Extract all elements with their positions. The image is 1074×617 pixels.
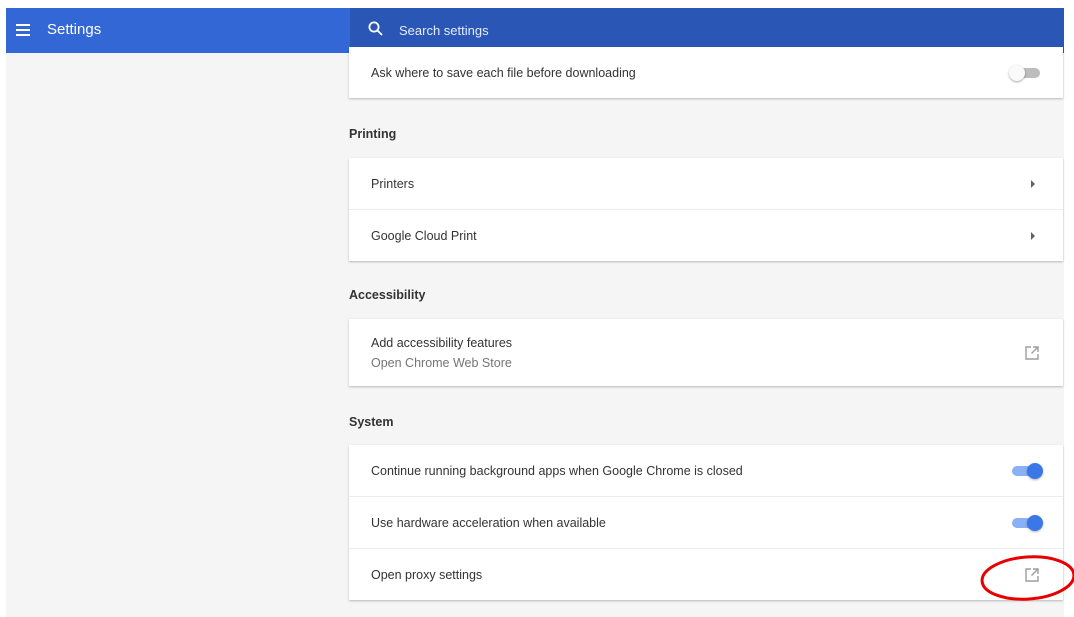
accessibility-card: Add accessibility features Open Chrome W… bbox=[349, 319, 1063, 386]
add-accessibility-features-label: Add accessibility features bbox=[371, 336, 513, 350]
open-external-icon[interactable] bbox=[1023, 566, 1041, 584]
printers-label: Printers bbox=[371, 176, 415, 191]
hamburger-menu-icon[interactable] bbox=[15, 21, 33, 39]
page-title: Settings bbox=[47, 21, 102, 38]
open-chrome-web-store-label: Open Chrome Web Store bbox=[371, 356, 512, 370]
open-proxy-settings-label: Open proxy settings bbox=[371, 567, 483, 582]
arrow-right-icon bbox=[1031, 231, 1035, 240]
background-apps-toggle[interactable] bbox=[1009, 462, 1043, 480]
printing-card: Printers Google Cloud Print bbox=[349, 158, 1063, 261]
open-external-icon[interactable] bbox=[1023, 344, 1041, 362]
system-section-title: System bbox=[349, 415, 394, 429]
accessibility-section-title: Accessibility bbox=[349, 288, 426, 302]
hardware-acceleration-row[interactable]: Use hardware acceleration when available bbox=[349, 496, 1063, 548]
google-cloud-print-label: Google Cloud Print bbox=[371, 228, 477, 243]
hardware-acceleration-label: Use hardware acceleration when available bbox=[371, 515, 606, 530]
background-apps-row[interactable]: Continue running background apps when Go… bbox=[349, 445, 1063, 496]
search-input[interactable] bbox=[397, 16, 1001, 44]
arrow-right-icon bbox=[1031, 179, 1035, 188]
hardware-acceleration-toggle[interactable] bbox=[1009, 514, 1043, 532]
printers-row[interactable]: Printers bbox=[349, 158, 1063, 209]
ask-where-to-save-label: Ask where to save each file before downl… bbox=[371, 65, 636, 80]
google-cloud-print-row[interactable]: Google Cloud Print bbox=[349, 209, 1063, 261]
ask-where-to-save-row[interactable]: Ask where to save each file before downl… bbox=[349, 47, 1063, 98]
system-card: Continue running background apps when Go… bbox=[349, 445, 1063, 600]
search-icon bbox=[368, 21, 383, 36]
open-proxy-settings-row[interactable]: Open proxy settings bbox=[349, 548, 1063, 600]
background-apps-label: Continue running background apps when Go… bbox=[371, 463, 743, 478]
ask-where-to-save-toggle[interactable] bbox=[1009, 64, 1043, 82]
add-accessibility-features-row[interactable]: Add accessibility features Open Chrome W… bbox=[349, 319, 1063, 386]
downloads-card: Ask where to save each file before downl… bbox=[349, 47, 1063, 98]
printing-section-title: Printing bbox=[349, 127, 397, 141]
